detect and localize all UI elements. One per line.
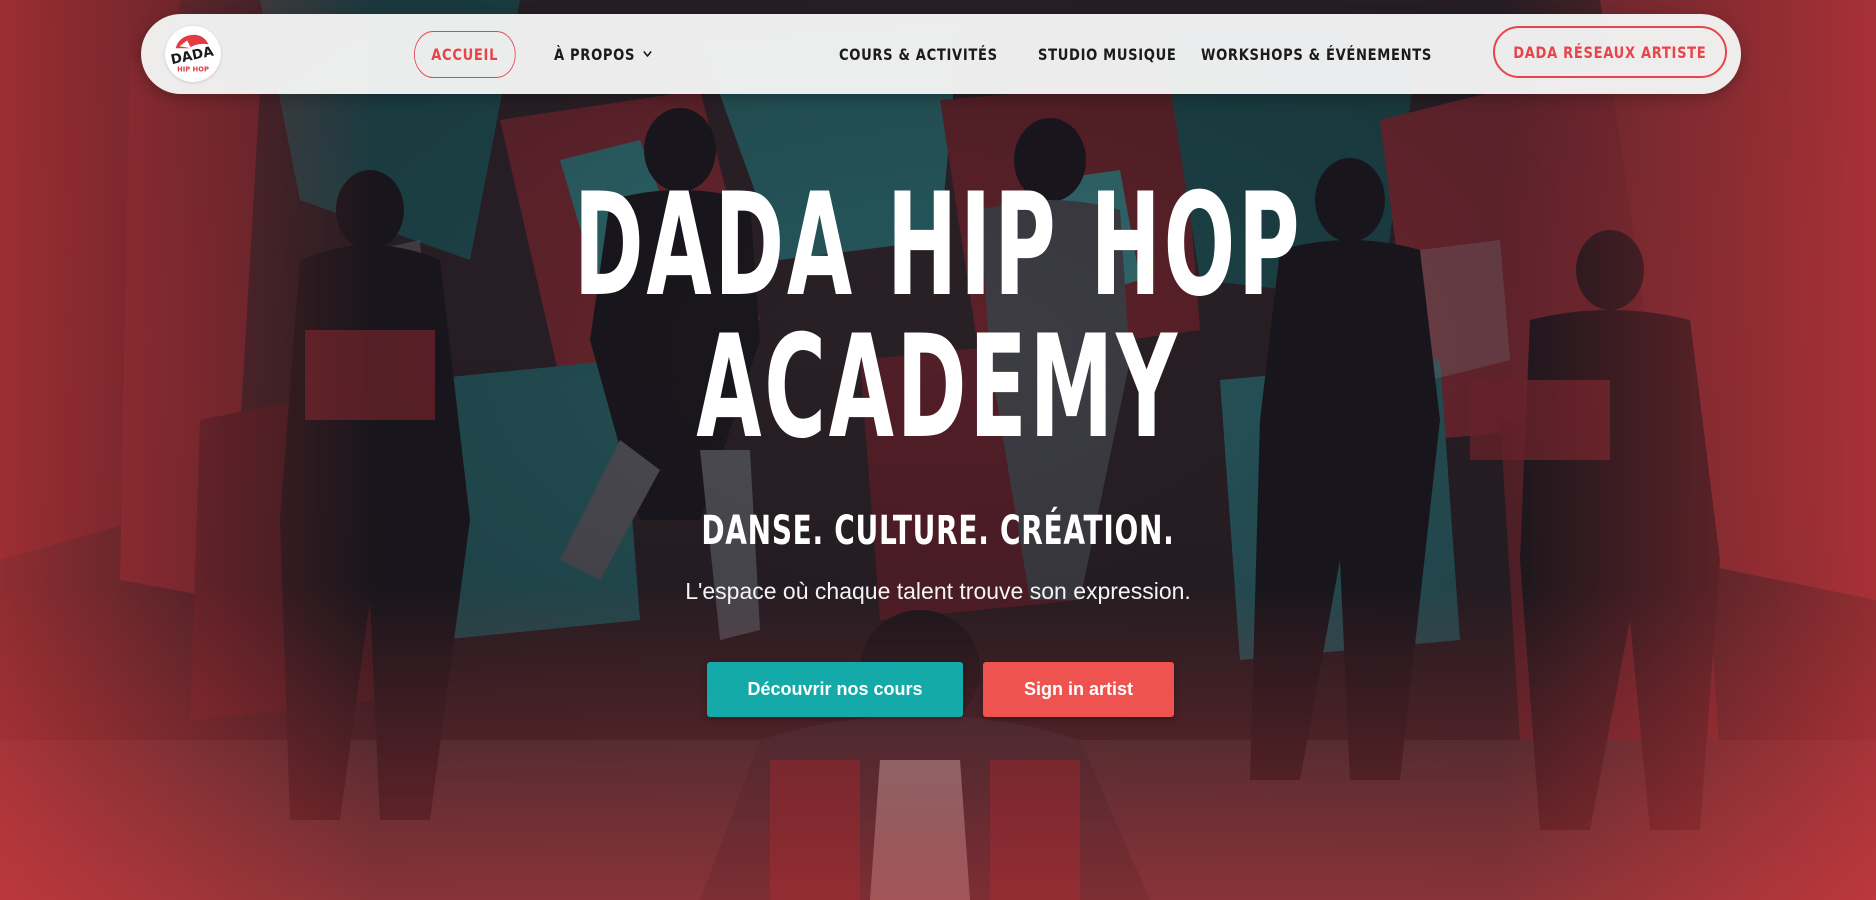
nav-item-label: STUDIO MUSIQUE — [1038, 44, 1177, 64]
nav-item-cours-activites[interactable]: COURS & ACTIVITÉS — [839, 45, 998, 64]
nav-item-workshops-evenements[interactable]: WORKSHOPS & ÉVÉNEMENTS — [1201, 45, 1432, 64]
nav-item-accueil[interactable]: ACCUEIL — [414, 30, 516, 78]
dada-reseaux-artiste-button[interactable]: DADA RÉSEAUX ARTISTE — [1493, 26, 1727, 78]
hero-title-line-2: ACADEMY — [696, 305, 1180, 470]
nav-links: ACCUEIL À PROPOS COURS & ACTIVITÉS STUDI… — [414, 14, 1514, 94]
chevron-down-icon — [643, 51, 652, 57]
hero-title: DADA HIP HOP ACADEMY — [0, 175, 1876, 459]
hero-tagline-text: DANSE. CULTURE. CRÉATION. — [701, 508, 1175, 554]
logo-graphic: DADA HIP HOP — [169, 34, 216, 73]
svg-text:HIP HOP: HIP HOP — [177, 65, 209, 73]
nav-item-label: À PROPOS — [554, 44, 636, 64]
hero-title-line-1: DADA HIP HOP — [573, 163, 1303, 328]
cta-label: DADA RÉSEAUX ARTISTE — [1513, 42, 1707, 62]
nav-item-label: ACCUEIL — [431, 44, 499, 64]
main-navbar: DADA HIP HOP DADA ACCUEIL À PROPOS COURS… — [141, 14, 1741, 94]
nav-item-label: WORKSHOPS & ÉVÉNEMENTS — [1201, 44, 1432, 64]
dada-hip-hop-logo[interactable]: DADA HIP HOP DADA — [165, 26, 221, 82]
hero-subtitle: L'espace où chaque talent trouve son exp… — [685, 578, 1191, 604]
nav-item-studio-musique[interactable]: STUDIO MUSIQUE — [1038, 45, 1177, 64]
discover-courses-button[interactable]: Découvrir nos cours — [707, 662, 963, 717]
hero-tagline: DANSE. CULTURE. CRÉATION. — [0, 508, 1876, 554]
nav-item-a-propos[interactable]: À PROPOS — [554, 45, 653, 64]
sign-in-artist-button[interactable]: Sign in artist — [983, 662, 1174, 717]
nav-item-label: COURS & ACTIVITÉS — [839, 44, 998, 64]
